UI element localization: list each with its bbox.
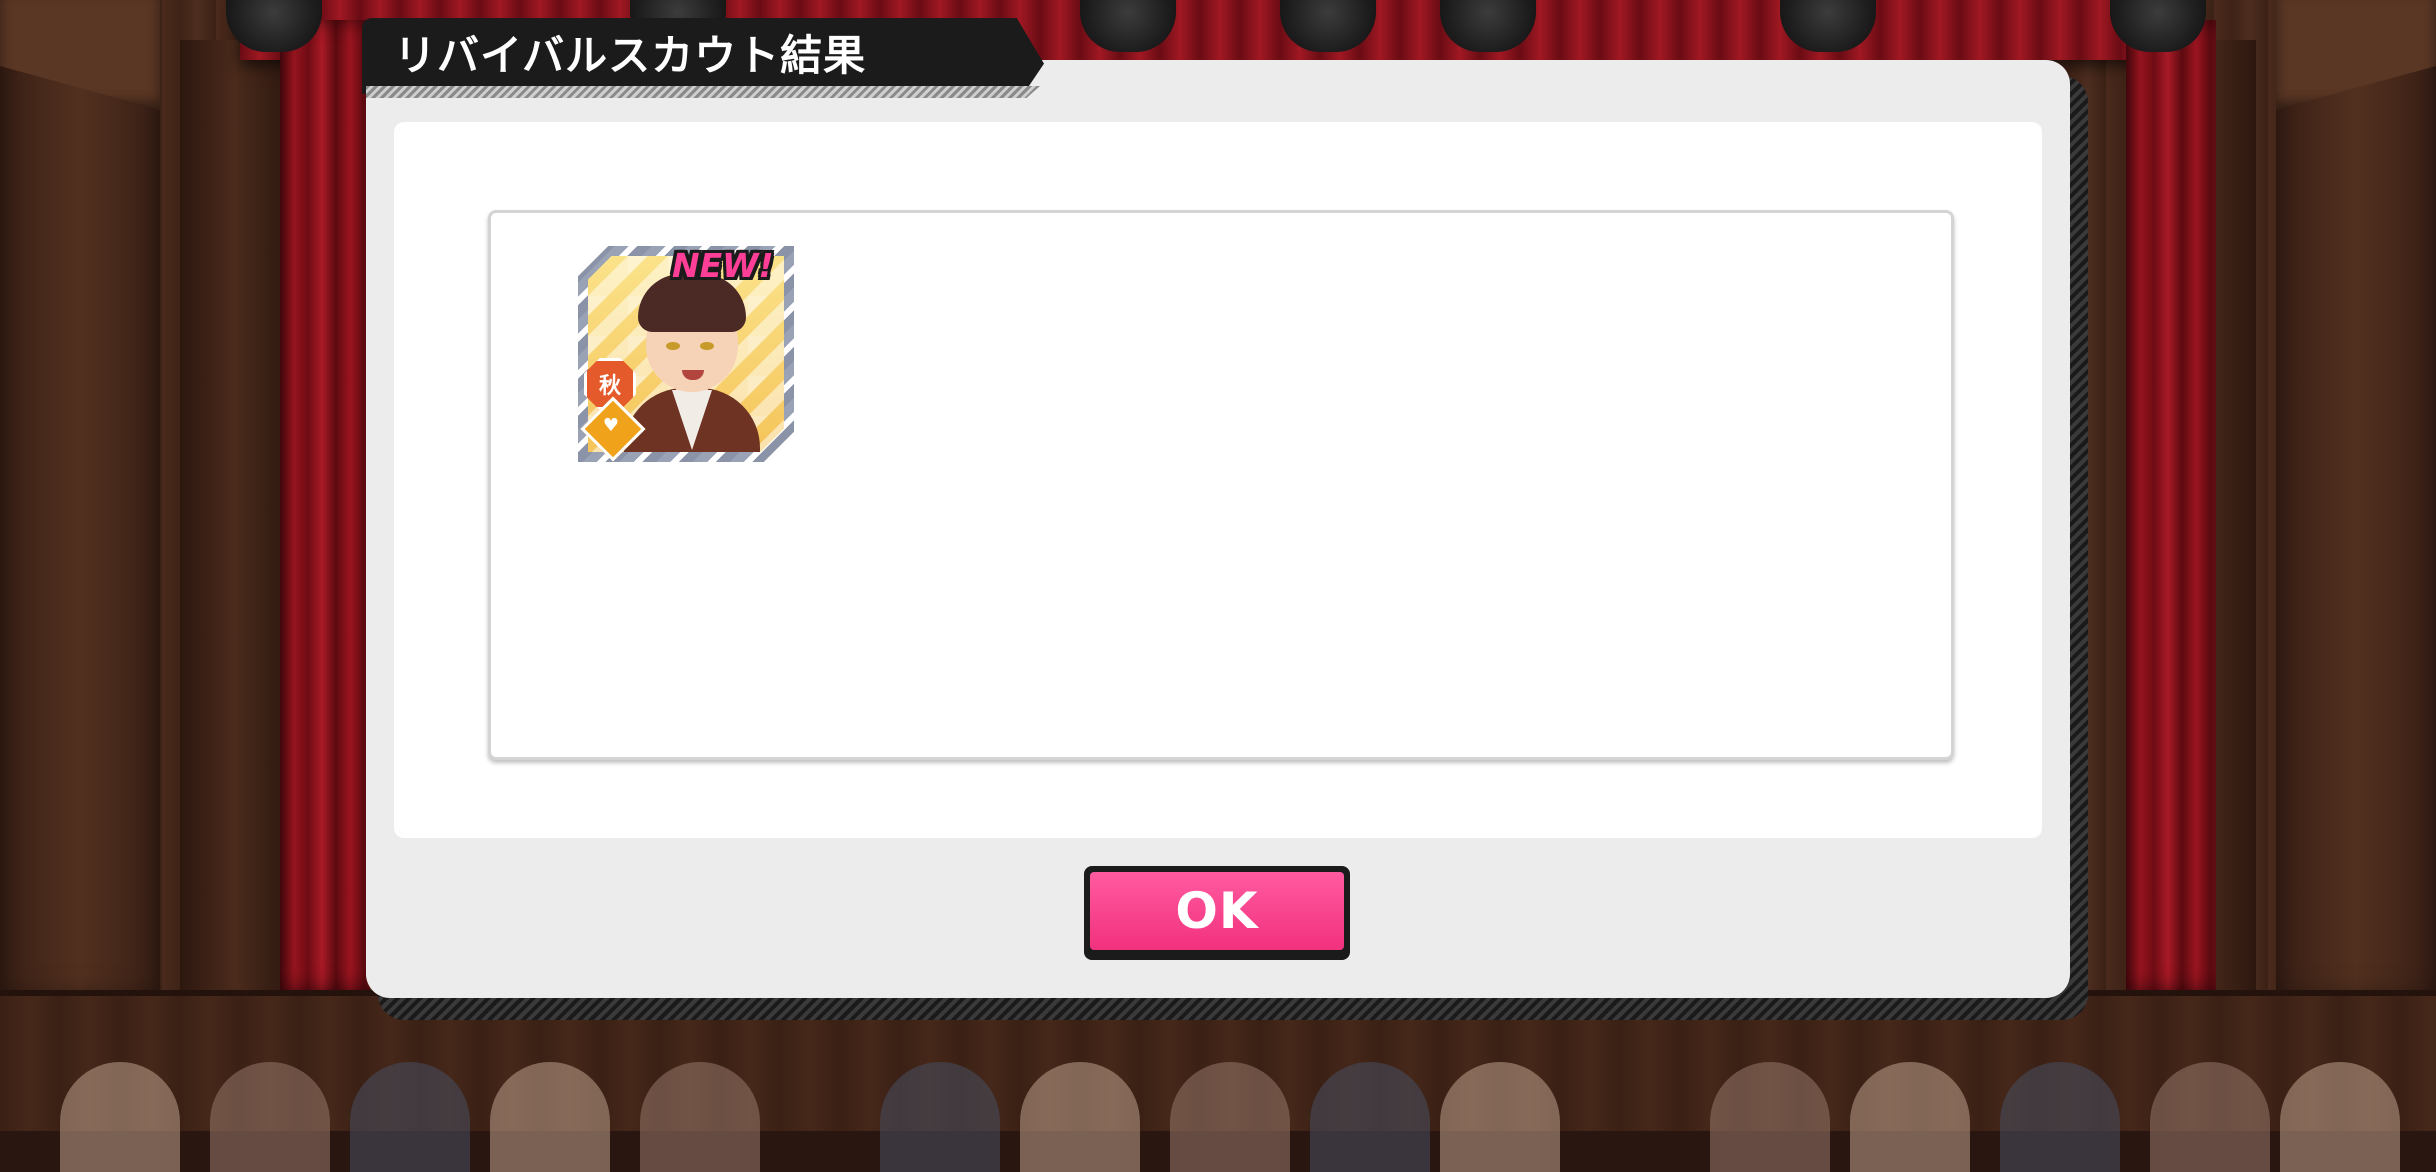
audience-silhouette: [2150, 1062, 2270, 1172]
audience-silhouette: [350, 1062, 470, 1172]
left-wall-panel: [0, 0, 160, 1000]
audience-silhouette: [210, 1062, 330, 1172]
audience-silhouette: [1170, 1062, 1290, 1172]
right-curtain: [2126, 20, 2216, 990]
ok-button-face: OK: [1090, 872, 1344, 950]
portrait-eye: [700, 342, 714, 350]
audience-silhouette: [1440, 1062, 1560, 1172]
heart-icon: ♥: [602, 415, 620, 436]
audience-silhouette: [640, 1062, 760, 1172]
portrait-eye: [666, 342, 680, 350]
audience-silhouette: [1310, 1062, 1430, 1172]
audience-silhouette: [2000, 1062, 2120, 1172]
audience-silhouette: [1710, 1062, 1830, 1172]
audience-silhouette: [2280, 1062, 2400, 1172]
audience-silhouette: [60, 1062, 180, 1172]
audience-silhouette: [880, 1062, 1000, 1172]
title-tab-stripe: [366, 86, 1040, 98]
audience-silhouette: [1850, 1062, 1970, 1172]
dialog-title: リバイバルスカウト結果: [394, 31, 867, 80]
result-card[interactable]: NEW! 秋 ♥: [578, 246, 794, 462]
right-wall-panel: [2276, 0, 2436, 1000]
audience-silhouette: [1020, 1062, 1140, 1172]
ok-button[interactable]: OK: [1084, 866, 1350, 960]
ok-button-label: OK: [1175, 882, 1259, 940]
audience-silhouette: [490, 1062, 610, 1172]
left-curtain: [280, 20, 370, 990]
left-stage-post: [180, 40, 290, 1000]
new-badge: NEW!: [672, 246, 774, 285]
